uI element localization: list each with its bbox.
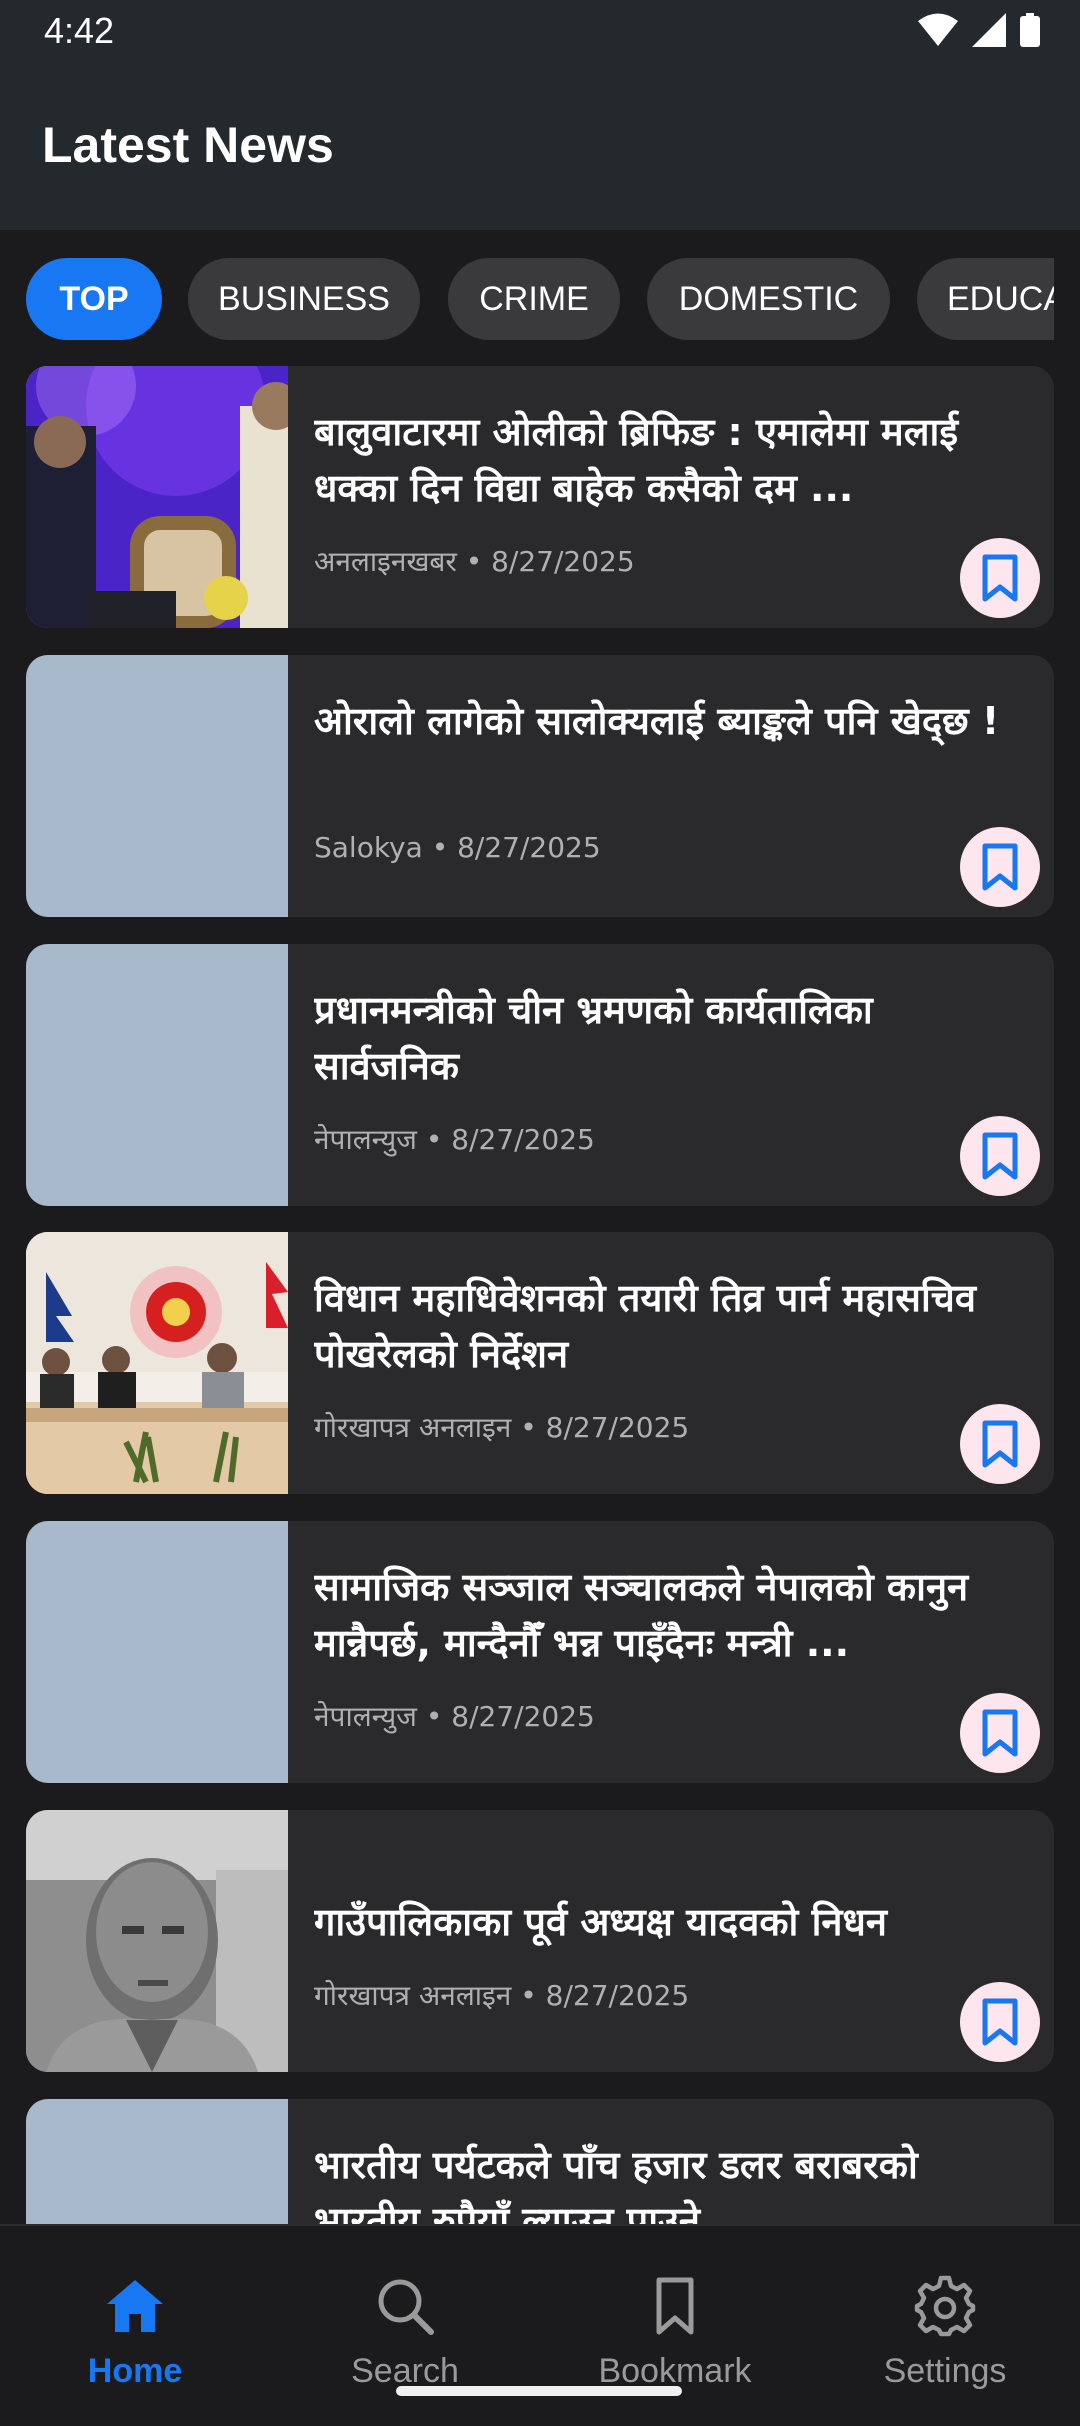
- news-title: ओरालो लागेको सालोक्यलाई ब्याङ्कले पनि खे…: [314, 699, 1000, 743]
- nav-search[interactable]: Search: [270, 2226, 540, 2426]
- news-meta: Salokya • 8/27/2025: [314, 831, 601, 864]
- category-chip-crime[interactable]: CRIME: [448, 258, 620, 340]
- nav-home[interactable]: Home: [0, 2226, 270, 2426]
- app-bar: Latest News: [0, 64, 1080, 230]
- news-thumbnail-placeholder: [26, 944, 288, 1206]
- bookmark-button[interactable]: [960, 1116, 1040, 1196]
- news-thumbnail: [26, 366, 288, 628]
- bookmark-icon: [656, 2277, 694, 2335]
- bookmark-icon: [982, 1420, 1018, 1468]
- bookmark-button[interactable]: [960, 538, 1040, 618]
- bookmark-icon: [982, 843, 1018, 891]
- category-tabs: TOP BUSINESS CRIME DOMESTIC EDUCATION: [0, 230, 1054, 366]
- news-title: सामाजिक सञ्जाल सञ्चालकले नेपालको कानुन म…: [314, 1565, 969, 1665]
- battery-icon: [1020, 13, 1040, 47]
- news-card[interactable]: भारतीय पर्यटकले पाँच हजार डलर बराबरको भा…: [26, 2099, 1054, 2224]
- news-thumbnail: [26, 1810, 288, 2072]
- news-thumbnail: [26, 1232, 288, 1494]
- news-meta: गोरखापत्र अनलाइन • 8/27/2025: [314, 1979, 690, 2012]
- news-card[interactable]: विधान महाधिवेशनको तयारी तिव्र पार्न महास…: [26, 1232, 1054, 1494]
- news-card[interactable]: सामाजिक सञ्जाल सञ्चालकले नेपालको कानुन म…: [26, 1521, 1054, 1783]
- news-thumbnail-placeholder: [26, 655, 288, 917]
- news-card[interactable]: ओरालो लागेको सालोक्यलाई ब्याङ्कले पनि खे…: [26, 655, 1054, 917]
- nav-settings[interactable]: Settings: [810, 2226, 1080, 2426]
- wifi-icon: [918, 13, 958, 46]
- status-bar: 4:42: [0, 0, 1080, 64]
- category-chip-business[interactable]: BUSINESS: [188, 258, 420, 340]
- nav-bookmark[interactable]: Bookmark: [540, 2226, 810, 2426]
- news-title: भारतीय पर्यटकले पाँच हजार डलर बराबरको भा…: [314, 2143, 918, 2224]
- news-card[interactable]: प्रधानमन्त्रीको चीन भ्रमणको कार्यतालिका …: [26, 944, 1054, 1206]
- bookmark-icon: [982, 1709, 1018, 1757]
- bookmark-icon: [982, 1998, 1018, 2046]
- news-title: प्रधानमन्त्रीको चीन भ्रमणको कार्यतालिका …: [314, 988, 873, 1088]
- category-chip-domestic[interactable]: DOMESTIC: [647, 258, 890, 340]
- news-title: गाउँपालिकाका पूर्व अध्यक्ष यादवको निधन: [314, 1900, 887, 1944]
- bookmark-button[interactable]: [960, 1982, 1040, 2062]
- gear-icon: [914, 2275, 976, 2337]
- nav-settings-label: Settings: [883, 2352, 1007, 2390]
- search-icon: [378, 2279, 434, 2335]
- category-chip-education[interactable]: EDUCATION: [917, 258, 1054, 340]
- bookmark-button[interactable]: [960, 1404, 1040, 1484]
- category-chip-top[interactable]: TOP: [26, 258, 162, 340]
- home-icon: [107, 2280, 163, 2332]
- status-icons: [918, 12, 1040, 48]
- nav-home-label: Home: [87, 2352, 183, 2390]
- news-card[interactable]: गाउँपालिकाका पूर्व अध्यक्ष यादवको निधन ग…: [26, 1810, 1054, 2072]
- page-title: Latest News: [42, 117, 334, 173]
- news-card[interactable]: बालुवाटारमा ओलीको ब्रिफिङ : एमालेमा मलाई…: [26, 366, 1054, 628]
- news-thumbnail-placeholder: [26, 1521, 288, 1783]
- bookmark-icon: [982, 1132, 1018, 1180]
- bookmark-button[interactable]: [960, 827, 1040, 907]
- status-time: 4:42: [44, 10, 115, 51]
- bookmark-icon: [982, 554, 1018, 602]
- news-meta: नेपालन्युज • 8/27/2025: [314, 1123, 595, 1156]
- news-meta: नेपालन्युज • 8/27/2025: [314, 1700, 595, 1733]
- news-title: विधान महाधिवेशनको तयारी तिव्र पार्न महास…: [314, 1276, 977, 1376]
- news-meta: गोरखापत्र अनलाइन • 8/27/2025: [314, 1411, 690, 1444]
- news-meta: अनलाइनखबर • 8/27/2025: [314, 545, 635, 578]
- news-thumbnail-placeholder: [26, 2099, 288, 2224]
- home-indicator: [396, 2386, 682, 2396]
- news-title: बालुवाटारमा ओलीको ब्रिफिङ : एमालेमा मलाई…: [314, 410, 959, 510]
- news-feed: बालुवाटारमा ओलीको ब्रिफिङ : एमालेमा मलाई…: [0, 366, 1080, 2224]
- cellular-signal-icon: [972, 13, 1006, 47]
- bookmark-button[interactable]: [960, 1693, 1040, 1773]
